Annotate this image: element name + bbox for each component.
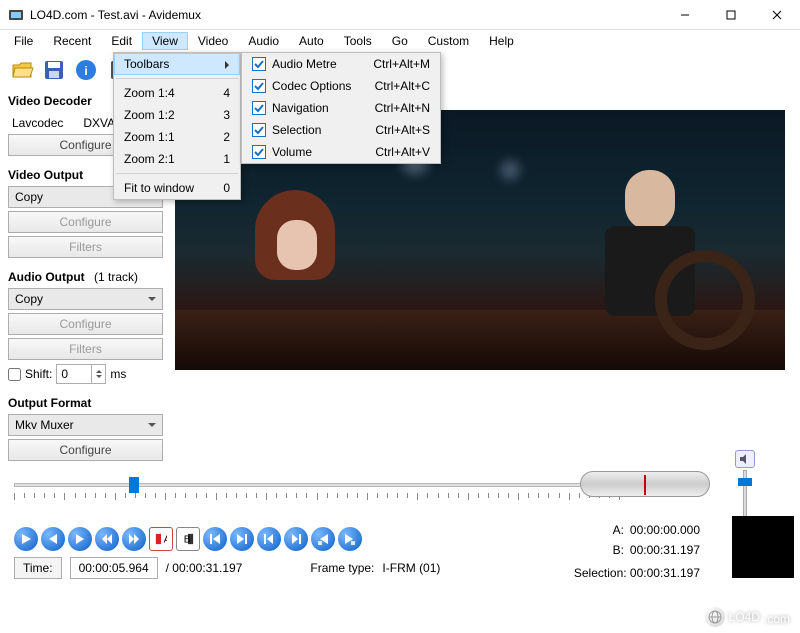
a-value: 00:00:00.000 bbox=[630, 523, 700, 537]
next-button[interactable] bbox=[68, 527, 92, 551]
shift-label: Shift: bbox=[25, 367, 52, 381]
shift-checkbox[interactable] bbox=[8, 368, 21, 381]
open-icon[interactable] bbox=[8, 56, 36, 84]
save-icon[interactable] bbox=[40, 56, 68, 84]
selection-info: Selection: 00:00:31.197 bbox=[574, 566, 700, 580]
menubar: File Recent Edit View Video Audio Auto T… bbox=[0, 30, 800, 52]
svg-text:A: A bbox=[164, 534, 167, 545]
info-icon[interactable]: i bbox=[72, 56, 100, 84]
time-value-box[interactable]: 00:00:05.964 bbox=[70, 557, 158, 579]
audio-tracks-count: (1 track) bbox=[94, 270, 138, 284]
prev-keyframe-button[interactable] bbox=[257, 527, 281, 551]
output-format-combo[interactable]: Mkv Muxer bbox=[8, 414, 163, 436]
window-controls bbox=[662, 0, 800, 30]
selection-value: 00:00:31.197 bbox=[630, 566, 700, 580]
menu-tools[interactable]: Tools bbox=[334, 32, 382, 50]
maximize-button[interactable] bbox=[708, 0, 754, 30]
shift-spinner[interactable]: 0 bbox=[56, 364, 106, 384]
watermark: LO4D.com bbox=[705, 607, 790, 627]
toolbars-codec-item[interactable]: Codec OptionsCtrl+Alt+C bbox=[242, 75, 440, 97]
audio-shift-row: Shift: 0 ms bbox=[8, 364, 167, 384]
globe-icon bbox=[705, 607, 725, 627]
menu-recent[interactable]: Recent bbox=[43, 32, 101, 50]
volume-thumb[interactable] bbox=[738, 478, 752, 486]
play-button[interactable] bbox=[14, 527, 38, 551]
time-label-box: Time: bbox=[14, 557, 62, 579]
close-button[interactable] bbox=[754, 0, 800, 30]
timeline-playhead[interactable] bbox=[129, 477, 139, 493]
view-zoom12-item[interactable]: Zoom 1:23 bbox=[114, 104, 240, 126]
audio-meter-box bbox=[732, 516, 794, 578]
toolbars-audio-metre-item[interactable]: Audio MetreCtrl+Alt+M bbox=[242, 53, 440, 75]
toolbars-navigation-item[interactable]: NavigationCtrl+Alt+N bbox=[242, 97, 440, 119]
audio-output-title: Audio Output (1 track) bbox=[8, 270, 167, 284]
menu-view[interactable]: View bbox=[142, 32, 188, 50]
submenu-arrow-icon bbox=[225, 61, 233, 69]
frame-type-value: I-FRM (01) bbox=[382, 561, 440, 575]
app-icon bbox=[8, 7, 24, 23]
video-output-configure-button[interactable]: Configure bbox=[8, 211, 163, 233]
b-value: 00:00:31.197 bbox=[630, 543, 700, 557]
view-dropdown: Toolbars Zoom 1:44 Zoom 1:23 Zoom 1:12 Z… bbox=[113, 52, 241, 200]
b-label: B: bbox=[604, 543, 624, 557]
menu-auto[interactable]: Auto bbox=[289, 32, 334, 50]
view-fit-item[interactable]: Fit to window0 bbox=[114, 177, 240, 199]
selection-label: Selection: bbox=[574, 566, 627, 580]
next-keyframe-button[interactable] bbox=[284, 527, 308, 551]
set-a-button[interactable]: A bbox=[149, 527, 173, 551]
rewind-button[interactable] bbox=[95, 527, 119, 551]
check-icon bbox=[252, 101, 266, 115]
toolbars-volume-item[interactable]: VolumeCtrl+Alt+V bbox=[242, 141, 440, 163]
svg-text:B: B bbox=[184, 534, 191, 545]
next-black-button[interactable] bbox=[338, 527, 362, 551]
menu-edit[interactable]: Edit bbox=[101, 32, 142, 50]
audio-output-configure-button[interactable]: Configure bbox=[8, 313, 163, 335]
audio-output-filters-button[interactable]: Filters bbox=[8, 338, 163, 360]
stop-button[interactable] bbox=[41, 527, 65, 551]
output-format-title: Output Format bbox=[8, 396, 167, 410]
video-output-filters-button[interactable]: Filters bbox=[8, 236, 163, 258]
check-icon bbox=[252, 123, 266, 137]
output-format-configure-button[interactable]: Configure bbox=[8, 439, 163, 461]
a-label: A: bbox=[604, 523, 624, 537]
frame-type-label: Frame type: bbox=[310, 561, 374, 575]
check-icon bbox=[252, 79, 266, 93]
go-end-button[interactable] bbox=[230, 527, 254, 551]
set-b-button[interactable]: B bbox=[176, 527, 200, 551]
decoder-codec: Lavcodec bbox=[12, 116, 63, 130]
shift-unit: ms bbox=[110, 367, 126, 381]
speaker-icon[interactable] bbox=[735, 450, 755, 468]
view-zoom11-item[interactable]: Zoom 1:12 bbox=[114, 126, 240, 148]
toolbars-selection-item[interactable]: SelectionCtrl+Alt+S bbox=[242, 119, 440, 141]
view-zoom21-item[interactable]: Zoom 2:11 bbox=[114, 148, 240, 170]
go-start-button[interactable] bbox=[203, 527, 227, 551]
toolbars-submenu: Audio MetreCtrl+Alt+M Codec OptionsCtrl+… bbox=[241, 52, 441, 164]
forward-button[interactable] bbox=[122, 527, 146, 551]
view-zoom14-item[interactable]: Zoom 1:44 bbox=[114, 82, 240, 104]
svg-text:i: i bbox=[84, 64, 87, 78]
audio-output-combo[interactable]: Copy bbox=[8, 288, 163, 310]
menu-audio[interactable]: Audio bbox=[238, 32, 289, 50]
menu-file[interactable]: File bbox=[4, 32, 43, 50]
window-title: LO4D.com - Test.avi - Avidemux bbox=[30, 8, 662, 22]
menu-go[interactable]: Go bbox=[382, 32, 418, 50]
prev-black-button[interactable] bbox=[311, 527, 335, 551]
ab-markers: A: 00:00:00.000 B: 00:00:31.197 bbox=[604, 520, 700, 560]
menu-custom[interactable]: Custom bbox=[418, 32, 479, 50]
menu-help[interactable]: Help bbox=[479, 32, 524, 50]
minimize-button[interactable] bbox=[662, 0, 708, 30]
jog-wheel[interactable] bbox=[580, 471, 710, 497]
duration-label: / 00:00:31.197 bbox=[166, 561, 243, 575]
menu-video[interactable]: Video bbox=[188, 32, 238, 50]
titlebar: LO4D.com - Test.avi - Avidemux bbox=[0, 0, 800, 30]
view-toolbars-item[interactable]: Toolbars bbox=[114, 53, 240, 75]
check-icon bbox=[252, 57, 266, 71]
check-icon bbox=[252, 145, 266, 159]
